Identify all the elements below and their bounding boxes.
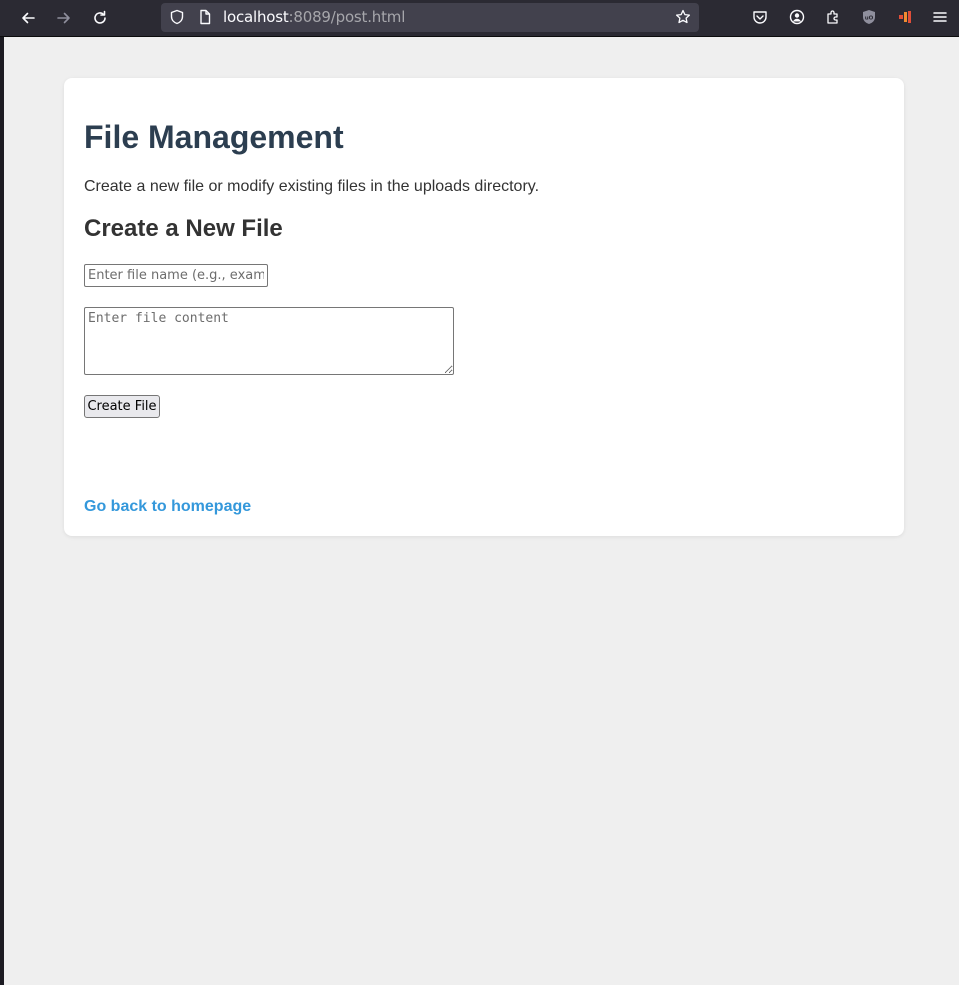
account-icon[interactable] bbox=[788, 8, 806, 26]
pocket-icon[interactable] bbox=[751, 8, 769, 26]
page-icon[interactable] bbox=[197, 9, 213, 25]
back-arrow-icon[interactable] bbox=[16, 6, 40, 30]
file-content-textarea[interactable] bbox=[84, 307, 454, 375]
browser-toolbar: localhost:8089/post.html uO bbox=[0, 0, 959, 37]
ublock-icon[interactable]: uO bbox=[860, 8, 878, 26]
extension-color-icon[interactable] bbox=[896, 8, 914, 26]
create-file-button[interactable]: Create File bbox=[84, 395, 160, 418]
shield-icon[interactable] bbox=[169, 9, 185, 25]
star-icon[interactable] bbox=[675, 9, 691, 25]
reload-icon[interactable] bbox=[88, 6, 112, 30]
menu-icon[interactable] bbox=[931, 8, 949, 26]
filename-input[interactable] bbox=[84, 264, 268, 287]
svg-text:uO: uO bbox=[865, 16, 874, 22]
section-heading: Create a New File bbox=[84, 215, 283, 242]
forward-arrow-icon[interactable] bbox=[52, 6, 76, 30]
url-path: :8089/post.html bbox=[288, 8, 406, 26]
main-card: File Management Create a new file or mod… bbox=[64, 78, 904, 536]
sidebar-edge bbox=[0, 37, 4, 985]
extensions-icon[interactable] bbox=[824, 8, 842, 26]
homepage-link[interactable]: Go back to homepage bbox=[84, 497, 251, 517]
url-text[interactable]: localhost:8089/post.html bbox=[223, 9, 405, 26]
intro-text: Create a new file or modify existing fil… bbox=[84, 178, 540, 195]
page-title: File Management bbox=[84, 119, 344, 155]
url-host: localhost bbox=[223, 8, 289, 26]
url-bar[interactable]: localhost:8089/post.html bbox=[161, 3, 699, 32]
